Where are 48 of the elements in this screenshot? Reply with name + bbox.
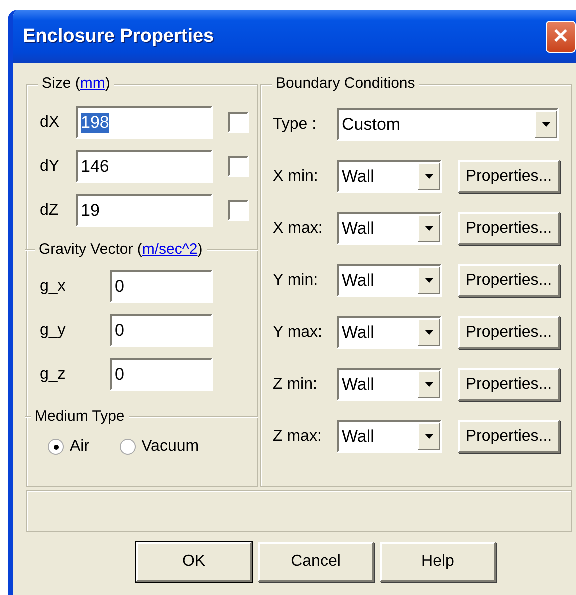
input-field[interactable]: 0: [110, 314, 213, 347]
field-label: Type :: [273, 116, 318, 134]
dialog-button[interactable]: OK: [136, 542, 252, 582]
field-label: g_z: [40, 366, 67, 384]
dropdown[interactable]: Wall: [337, 368, 442, 401]
dropdown[interactable]: Wall: [337, 212, 442, 245]
properties-button[interactable]: Properties...: [458, 420, 560, 453]
group-label: Boundary Conditions: [276, 75, 416, 93]
unit-link[interactable]: mm: [80, 75, 106, 92]
input-field[interactable]: 146: [76, 150, 213, 183]
group-label: Medium Type: [35, 408, 125, 426]
dropdown[interactable]: Wall: [337, 316, 442, 349]
dropdown[interactable]: Wall: [337, 160, 442, 193]
group-label: Gravity Vector (m/sec^2): [39, 241, 203, 259]
field-label: g_x: [40, 278, 67, 296]
properties-button[interactable]: Properties...: [458, 316, 560, 349]
checkbox[interactable]: [228, 200, 249, 221]
field-label: Y max:: [273, 324, 324, 342]
dropdown[interactable]: Wall: [337, 264, 442, 297]
dropdown[interactable]: Wall: [337, 420, 442, 453]
group-label: Size (mm): [42, 75, 110, 93]
field-label: dZ: [40, 202, 60, 220]
field-label: Z min:: [273, 376, 318, 394]
field-label: dY: [40, 158, 61, 176]
field-label: dX: [40, 114, 61, 132]
field-label: g_y: [40, 322, 67, 340]
field-label: Z max:: [273, 428, 323, 446]
field-label: Y min:: [273, 272, 320, 290]
unit-link[interactable]: m/sec^2: [142, 241, 198, 258]
radio-button[interactable]: Air: [48, 438, 90, 456]
field-label: X min:: [273, 168, 320, 186]
field-label: X max:: [273, 220, 324, 238]
dropdown[interactable]: Custom: [337, 108, 559, 141]
radio-button[interactable]: Vacuum: [120, 438, 200, 456]
close-button[interactable]: ✕: [546, 20, 576, 52]
properties-button[interactable]: Properties...: [458, 264, 560, 297]
checkbox[interactable]: [228, 156, 249, 177]
properties-button[interactable]: Properties...: [458, 160, 560, 193]
properties-button[interactable]: Properties...: [458, 368, 560, 401]
input-field[interactable]: 0: [110, 270, 213, 303]
properties-button[interactable]: Properties...: [458, 212, 560, 245]
input-field[interactable]: 0: [110, 358, 213, 391]
checkbox[interactable]: [228, 112, 249, 133]
window-title: Enclosure Properties: [23, 26, 214, 48]
input-field[interactable]: 19: [76, 194, 213, 227]
dialog-button[interactable]: Cancel: [258, 542, 374, 582]
input-field[interactable]: 198: [76, 106, 213, 139]
dialog-button[interactable]: Help: [380, 542, 496, 582]
